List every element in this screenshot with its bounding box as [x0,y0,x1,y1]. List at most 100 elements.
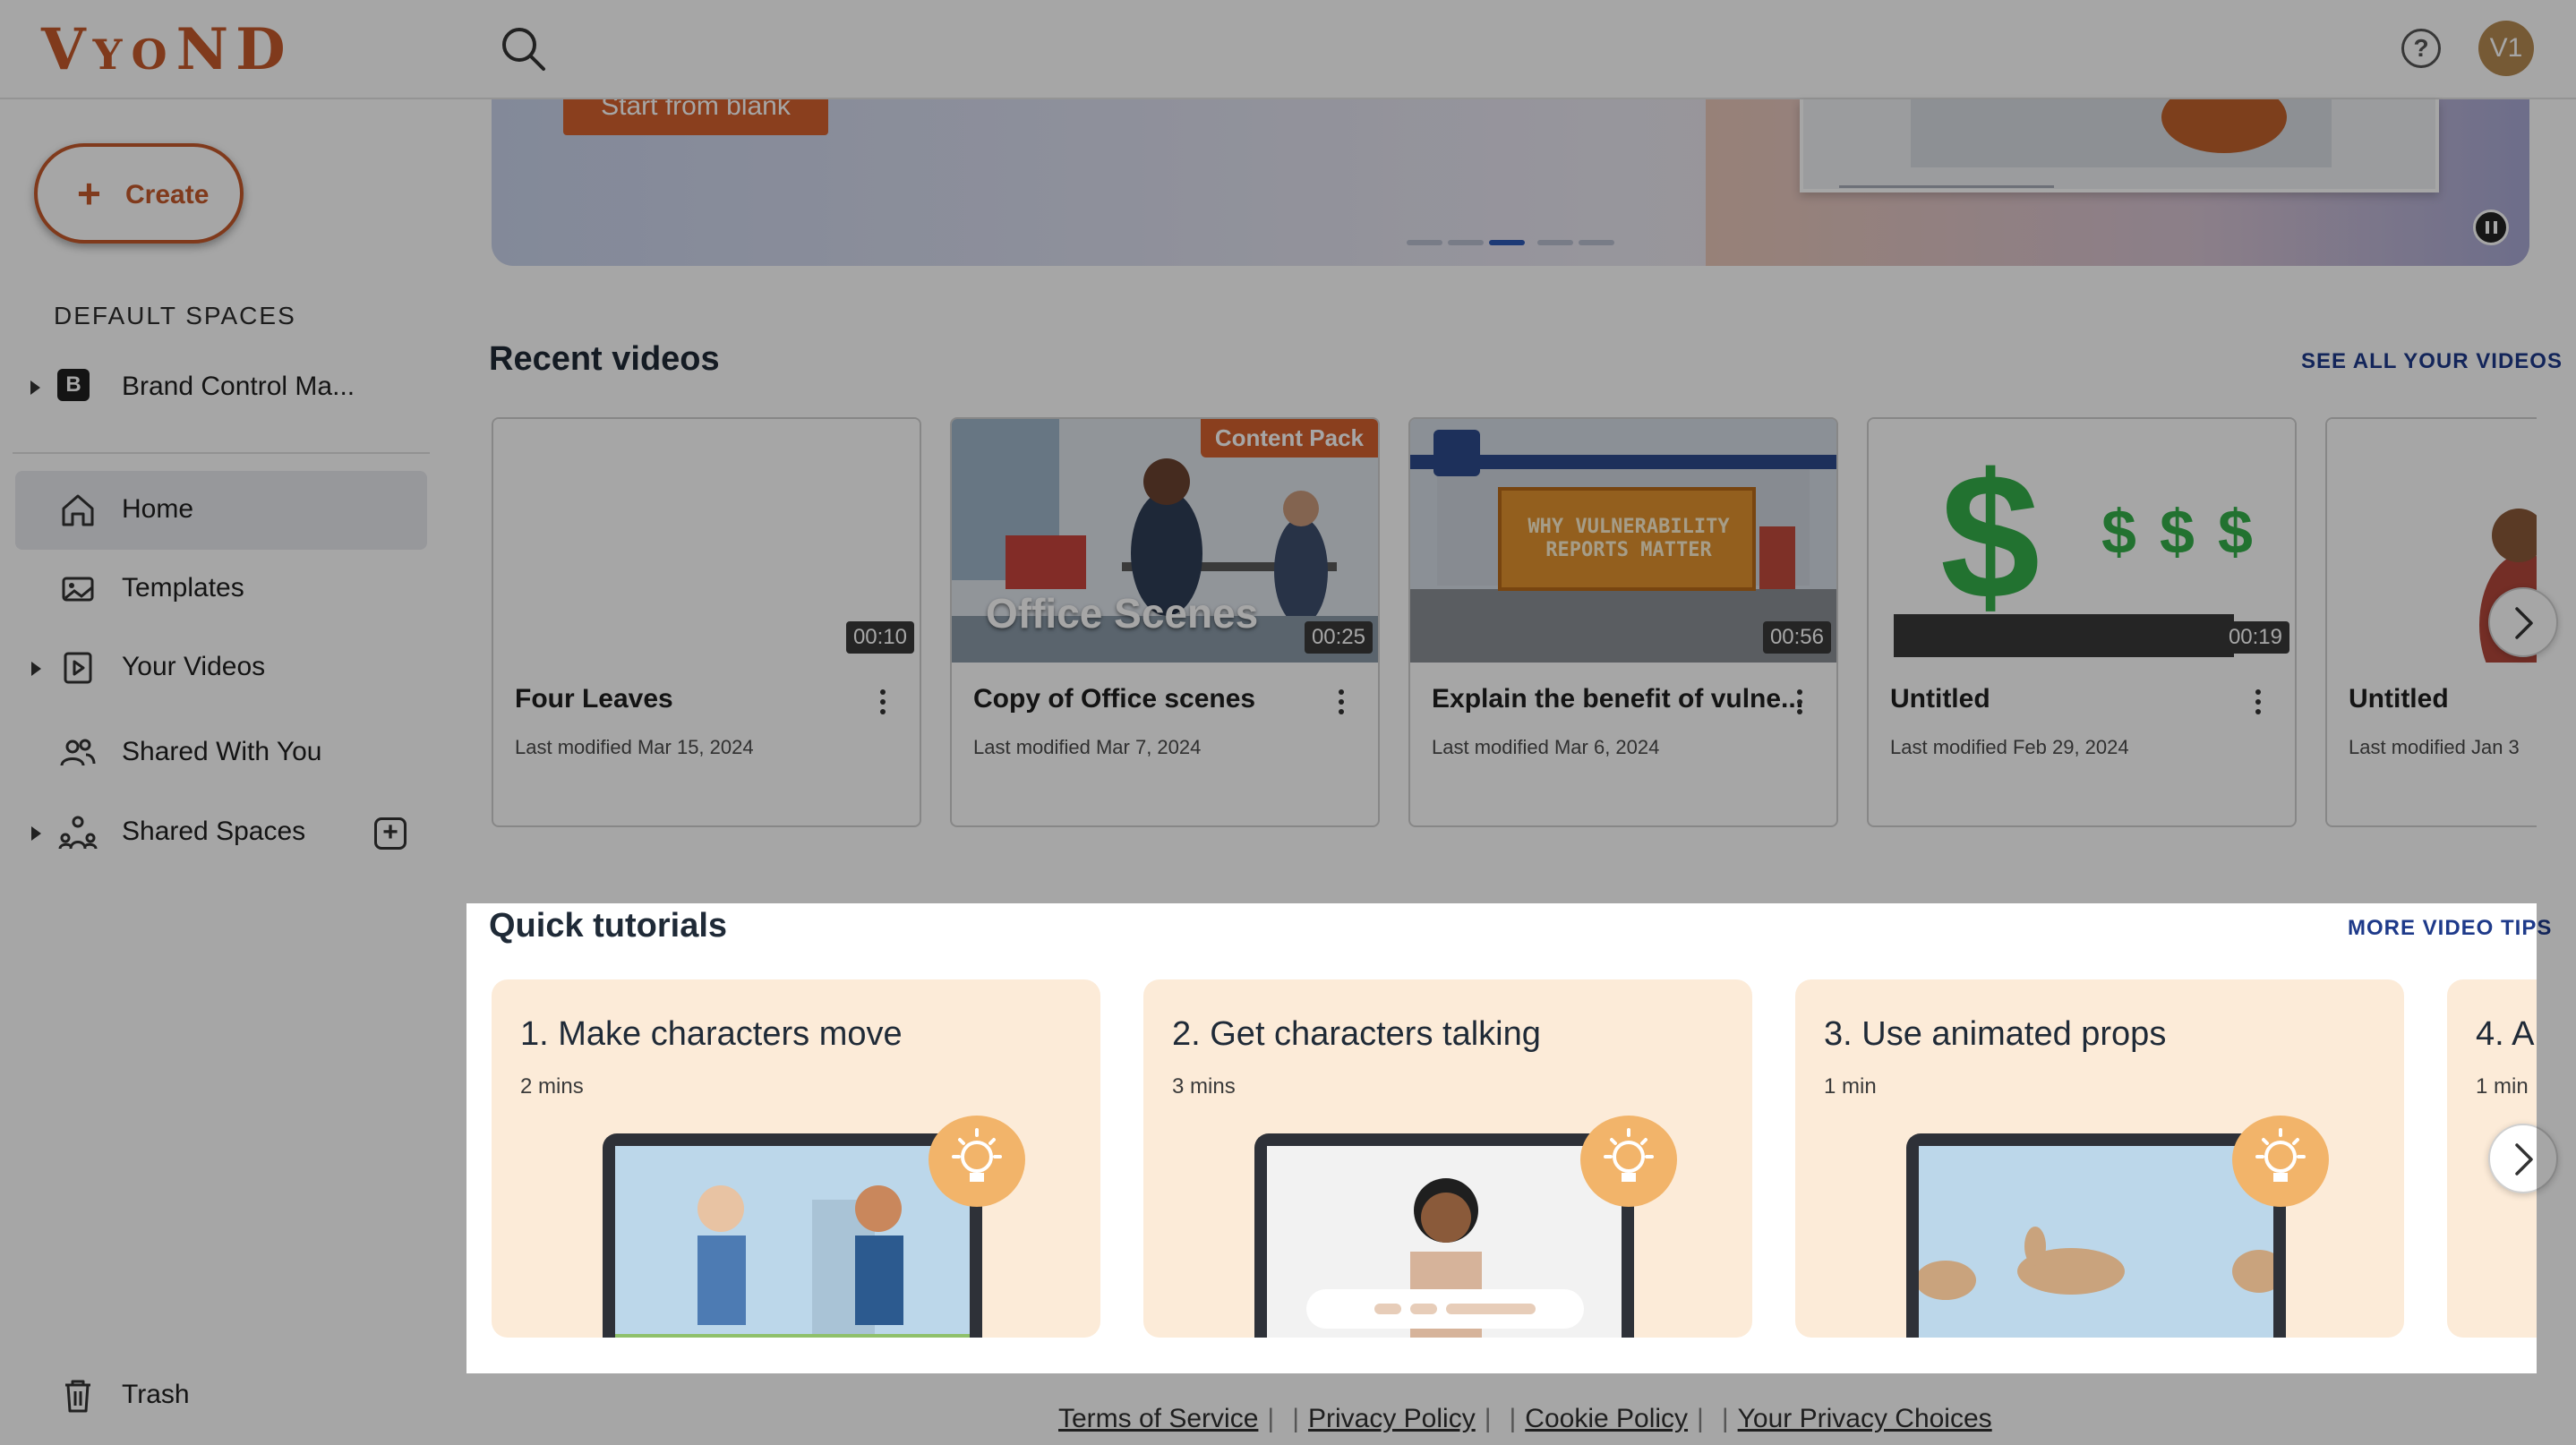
sidebar-item-label: Trash [122,1380,190,1409]
expand-caret-icon[interactable] [31,826,41,841]
sidebar-item-label: Your Videos [122,652,266,681]
tutorials-next-button[interactable] [2488,1124,2558,1193]
shared-spaces-icon [58,816,98,850]
footer-separator: | [1721,1404,1729,1433]
create-button-label: Create [125,180,210,209]
carousel-dot[interactable] [1407,240,1442,245]
video-title: Explain the benefit of vulne... [1432,684,1804,714]
video-title: Four Leaves [515,684,673,714]
lightbulb-icon [929,1116,1025,1207]
video-card[interactable]: 00:10 Four Leaves Last modified Mar 15, … [492,417,921,827]
footer-links: Terms of Service | | Privacy Policy | | Cookie… [1058,1404,1992,1434]
tutorial-duration: 3 mins [1172,1074,1236,1099]
video-duration: 00:10 [845,621,914,654]
top-bar [0,0,2576,99]
tutorial-title: 4. A [2476,1015,2535,1053]
recent-videos-next-button[interactable] [2488,587,2558,657]
sidebar-item-label: Templates [122,573,244,603]
tutorial-card[interactable]: 2. Get characters talking 3 mins [1143,979,1752,1338]
svg-text:$: $ [2218,497,2253,567]
templates-icon [62,577,94,602]
video-modified-date: Last modified Mar 6, 2024 [1432,736,1660,758]
footer-separator: | [1267,1404,1275,1433]
banner-screen-image [1800,81,2439,192]
video-duration: 00:25 [1304,621,1373,654]
tutorial-duration: 1 min [1824,1074,1877,1099]
tutorial-thumbnail [1906,1133,2286,1338]
tutorial-card[interactable]: 1. Make characters move 2 mins [492,979,1100,1338]
tutorial-thumbnail [1254,1133,1634,1338]
video-modified-date: Last modified Mar 7, 2024 [973,736,1202,758]
carousel-dot-active[interactable] [1489,240,1525,245]
video-modified-date: Last modified Mar 15, 2024 [515,736,754,758]
recent-videos-title: Recent videos [489,340,720,378]
user-avatar[interactable]: V1 [2478,21,2534,76]
brand-space-badge: B [57,369,90,401]
cookie-policy-link[interactable]: Cookie Policy [1525,1404,1688,1433]
add-shared-space-button[interactable]: + [374,817,407,850]
svg-text:$: $ [1940,437,2040,637]
sidebar-item-trash[interactable]: Trash [15,1356,427,1435]
sidebar-item-shared-with-you[interactable]: Shared With You [15,714,427,792]
carousel-dot[interactable] [1579,240,1614,245]
chevron-right-icon [2515,1143,2533,1176]
sidebar-item-your-videos[interactable]: Your Videos [15,628,427,707]
tutorial-title: 1. Make characters move [520,1015,903,1053]
footer-separator: | [1292,1404,1299,1433]
footer-separator: | [1697,1404,1704,1433]
sidebar-item-templates[interactable]: Templates [15,550,427,628]
sidebar-item-label: Shared With You [122,737,322,766]
more-video-tips-link[interactable]: MORE VIDEO TIPS [2348,916,2552,941]
lightbulb-icon [1580,1116,1677,1207]
tutorial-title: 3. Use animated props [1824,1015,2167,1053]
footer-separator: | [1484,1404,1492,1433]
sidebar-item-label: Shared Spaces [122,817,306,846]
video-card[interactable]: Content Pack Office Scenes 00:25 Copy of… [950,417,1380,827]
brand-space-label[interactable]: Brand Control Ma... [122,372,355,402]
people-icon [60,739,96,766]
privacy-policy-link[interactable]: Privacy Policy [1308,1404,1476,1433]
video-duration: 00:19 [2221,621,2289,654]
video-card[interactable]: $ $ $ $ 00:19 Untitled Last modified Feb… [1867,417,2297,827]
search-icon[interactable] [498,23,548,73]
default-spaces-heading: DEFAULT SPACES [54,302,296,329]
sidebar-item-label: Home [122,494,194,524]
thumbnail-caption: Office Scenes [986,590,1259,637]
privacy-choices-link[interactable]: Your Privacy Choices [1738,1404,1992,1433]
video-icon [64,652,92,684]
video-card[interactable]: WHY VULNERABILITY REPORTS MATTER 00:56 E… [1408,417,1838,827]
vyond-logo[interactable]: VYOND [41,16,293,89]
chevron-right-icon [2515,607,2533,639]
video-title: Untitled [1890,684,1990,714]
start-from-blank-button[interactable]: Start from blank [563,99,828,135]
tutorial-card[interactable]: 3. Use animated props 1 min [1795,979,2404,1338]
footer-separator: | [1509,1404,1517,1433]
create-button[interactable]: + Create [34,143,244,244]
more-options-icon[interactable] [880,689,887,722]
more-options-icon[interactable] [1339,689,1346,722]
video-title: Copy of Office scenes [973,684,1256,714]
video-modified-date: Last modified Jan 3 [2349,736,2520,758]
terms-of-service-link[interactable]: Terms of Service [1058,1404,1258,1433]
quick-tutorials-title: Quick tutorials [489,907,728,945]
carousel-dot[interactable] [1537,240,1573,245]
video-duration: 00:56 [1762,621,1831,654]
more-options-icon[interactable] [2255,689,2263,722]
svg-text:$: $ [2101,497,2136,567]
video-title: Untitled [2349,684,2449,714]
plus-icon: + [77,170,101,217]
see-all-videos-link[interactable]: SEE ALL YOUR VIDEOS [2301,349,2563,374]
trash-icon [65,1380,90,1413]
video-modified-date: Last modified Feb 29, 2024 [1890,736,2129,758]
sidebar-item-shared-spaces[interactable]: Shared Spaces [15,793,427,872]
sidebar-divider [13,452,430,454]
help-icon[interactable]: ? [2401,29,2441,68]
sidebar-item-home[interactable]: Home [15,471,427,550]
lightbulb-icon [2232,1116,2329,1207]
expand-caret-icon[interactable] [30,380,40,395]
content-pack-badge: Content Pack [1200,419,1378,457]
expand-caret-icon[interactable] [31,662,41,676]
pause-icon[interactable] [2473,209,2509,245]
carousel-dot[interactable] [1448,240,1484,245]
more-options-icon[interactable] [1797,689,1804,722]
